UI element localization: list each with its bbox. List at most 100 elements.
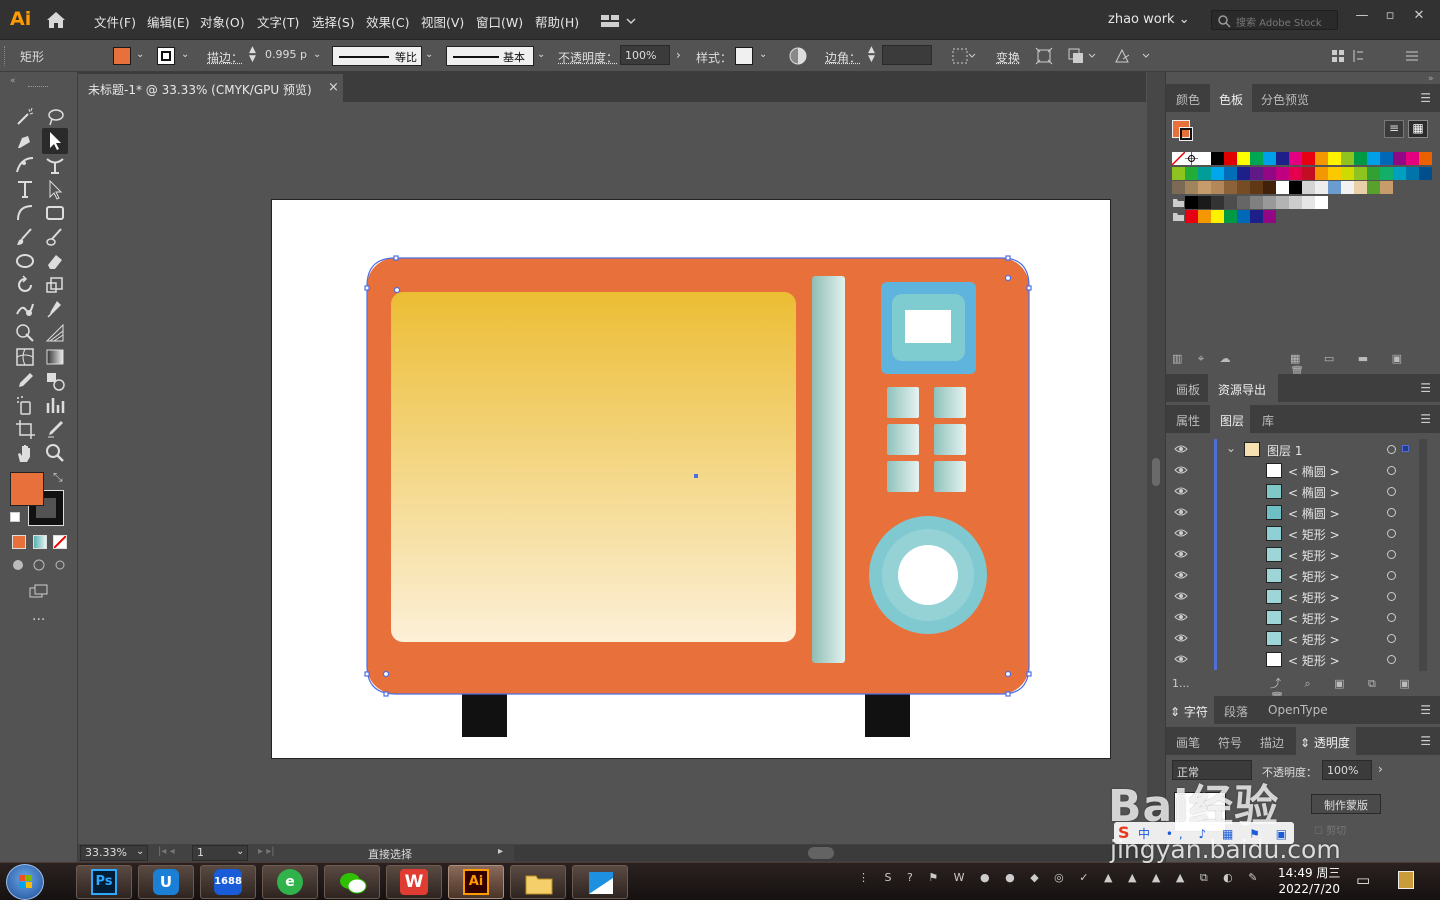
- color-swatch[interactable]: [1172, 210, 1185, 223]
- color-swatch[interactable]: [1263, 181, 1276, 194]
- color-swatch[interactable]: [1224, 181, 1237, 194]
- color-swatch[interactable]: [1315, 152, 1328, 165]
- scroll-thumb[interactable]: [808, 847, 834, 859]
- taskbar-photoshop[interactable]: Ps: [76, 865, 132, 899]
- slice-icon[interactable]: [44, 418, 66, 440]
- rectangle-icon[interactable]: [44, 202, 66, 224]
- grid-view-icon[interactable]: ▦: [1408, 120, 1428, 138]
- default-colors-icon[interactable]: [10, 512, 20, 522]
- collapse-arrows-icon[interactable]: «: [10, 76, 16, 86]
- color-swatch[interactable]: [1302, 196, 1315, 209]
- magic-wand-icon[interactable]: [14, 106, 36, 128]
- color-swatch[interactable]: [1250, 210, 1263, 223]
- chevron-down-icon[interactable]: ⌄: [181, 49, 189, 60]
- color-swatch[interactable]: [1393, 152, 1406, 165]
- column-graph-icon[interactable]: [44, 394, 66, 416]
- color-swatch[interactable]: [1406, 167, 1419, 180]
- color-swatch[interactable]: [1250, 167, 1263, 180]
- collapse-arrows-icon[interactable]: »: [1428, 74, 1434, 84]
- panel-menu-icon[interactable]: [1405, 49, 1419, 63]
- chevron-down-icon[interactable]: ⌄: [759, 49, 767, 60]
- fill-color-front[interactable]: [10, 472, 44, 506]
- color-swatch[interactable]: [1419, 152, 1432, 165]
- ellipse-icon[interactable]: [14, 250, 36, 272]
- lasso-icon[interactable]: [44, 106, 66, 128]
- color-swatch[interactable]: [1367, 152, 1380, 165]
- color-swatch[interactable]: [1224, 152, 1237, 165]
- align-icon[interactable]: [952, 48, 976, 64]
- taskbar-clock[interactable]: 14:49 周三 2022/7/20: [1278, 865, 1340, 897]
- draw-mode-icon[interactable]: [10, 557, 70, 573]
- target-circle-icon[interactable]: [1387, 571, 1396, 580]
- color-swatch[interactable]: [1263, 152, 1276, 165]
- menu-edit[interactable]: 编辑(E): [147, 12, 190, 31]
- color-swatch[interactable]: [1185, 152, 1198, 165]
- arrange-documents-icon[interactable]: [600, 12, 640, 30]
- sublayer-row[interactable]: < 矩形 >: [1166, 586, 1416, 607]
- transparency-opacity-field[interactable]: 100%: [1322, 760, 1372, 780]
- taskbar-1688[interactable]: 1688: [200, 865, 256, 899]
- current-stroke-swatch[interactable]: [1180, 128, 1192, 140]
- brush-definition[interactable]: 基本: [446, 46, 534, 66]
- color-swatch[interactable]: [1315, 181, 1328, 194]
- selection-arrow-icon[interactable]: [44, 178, 66, 200]
- chevron-right-icon[interactable]: ›: [1378, 762, 1383, 776]
- stroke-swatch[interactable]: [157, 47, 175, 65]
- panel-menu-icon[interactable]: ☰: [1420, 381, 1431, 395]
- visibility-eye-icon[interactable]: [1174, 569, 1188, 579]
- color-swatch[interactable]: [1341, 167, 1354, 180]
- arrange-icon[interactable]: [1330, 47, 1378, 65]
- scroll-thumb[interactable]: [1152, 458, 1160, 486]
- stroke-weight-field[interactable]: 0.995 p: [265, 48, 307, 61]
- swap-colors-icon[interactable]: ⤡: [53, 470, 63, 485]
- target-circle-icon[interactable]: [1387, 634, 1396, 643]
- visibility-eye-icon[interactable]: [1174, 548, 1188, 558]
- graphic-style-swatch[interactable]: [735, 47, 753, 65]
- hand-icon[interactable]: [14, 442, 36, 464]
- perspective-grid-icon[interactable]: [44, 322, 66, 344]
- isolate-icon[interactable]: [1035, 47, 1053, 65]
- taskbar-u-app[interactable]: U: [138, 865, 194, 899]
- canvas-area[interactable]: [78, 102, 1146, 844]
- color-swatch[interactable]: [1302, 167, 1315, 180]
- blend-mode-select[interactable]: 正常: [1172, 760, 1252, 780]
- color-swatch[interactable]: [1276, 181, 1289, 194]
- close-window-button[interactable]: ✕: [1409, 8, 1429, 26]
- sublayer-row[interactable]: < 矩形 >: [1166, 607, 1416, 628]
- stock-search-input[interactable]: 搜索 Adobe Stock: [1211, 10, 1338, 30]
- select-similar-icon[interactable]: [1113, 47, 1155, 65]
- tab-layers[interactable]: 图层: [1220, 412, 1244, 429]
- shape-mode-icon[interactable]: [1067, 47, 1097, 65]
- menu-file[interactable]: 文件(F): [94, 12, 136, 31]
- visibility-eye-icon[interactable]: [1174, 464, 1188, 474]
- layers-scrollbar[interactable]: [1419, 439, 1427, 671]
- stroke-label[interactable]: 描边：: [207, 49, 243, 66]
- mesh-icon[interactable]: [14, 346, 36, 368]
- eraser-icon[interactable]: [44, 250, 66, 272]
- target-circle-icon[interactable]: [1387, 655, 1396, 664]
- opacity-mask-thumbnail[interactable]: [1174, 792, 1226, 832]
- panel-menu-icon[interactable]: ☰: [1420, 412, 1431, 426]
- color-swatch[interactable]: [1393, 167, 1406, 180]
- taskbar-docs[interactable]: [572, 865, 628, 899]
- color-swatch[interactable]: [1250, 181, 1263, 194]
- layer-name[interactable]: < 椭圆 >: [1288, 484, 1340, 501]
- menu-type[interactable]: 文字(T): [257, 12, 299, 31]
- color-swatch[interactable]: [1341, 152, 1354, 165]
- sublayer-row[interactable]: < 矩形 >: [1166, 544, 1416, 565]
- target-circle-icon[interactable]: [1387, 508, 1396, 517]
- show-desktop-button[interactable]: [1398, 871, 1414, 889]
- sublayer-row[interactable]: < 椭圆 >: [1166, 481, 1416, 502]
- color-swatch[interactable]: [1276, 196, 1289, 209]
- color-swatch[interactable]: [1289, 196, 1302, 209]
- fill-swatch[interactable]: [113, 47, 131, 65]
- layer-row-top[interactable]: ⌄ 图层 1: [1166, 439, 1416, 460]
- color-swatch[interactable]: [1250, 152, 1263, 165]
- home-icon[interactable]: [46, 11, 66, 29]
- target-circle-icon[interactable]: [1387, 466, 1396, 475]
- blend-icon[interactable]: [44, 370, 66, 392]
- layer-name[interactable]: < 椭圆 >: [1288, 463, 1340, 480]
- sublayer-row[interactable]: < 矩形 >: [1166, 565, 1416, 586]
- status-menu-icon[interactable]: ▸: [498, 846, 503, 857]
- layer-name[interactable]: < 矩形 >: [1288, 568, 1340, 585]
